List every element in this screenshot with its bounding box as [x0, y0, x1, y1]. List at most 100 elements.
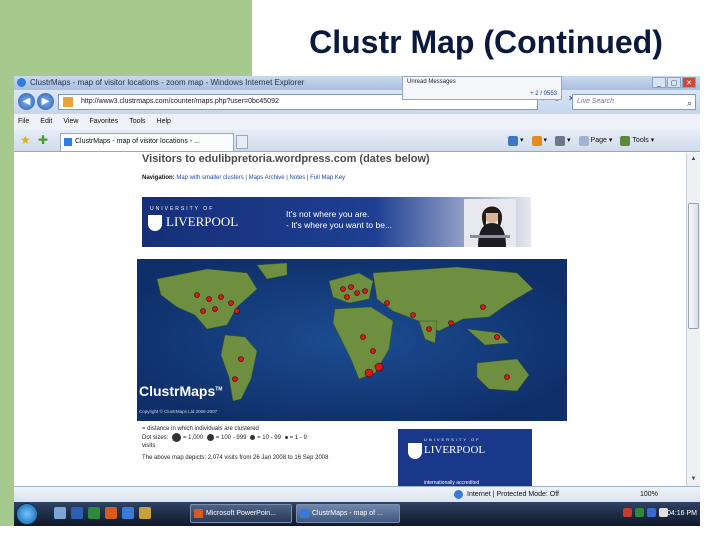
notification-title: Unread Messages [407, 79, 456, 85]
search-placeholder: Live Search [577, 98, 614, 105]
notification-popup[interactable]: Unread Messages + 2 / 0553 [402, 76, 562, 100]
page-icon [578, 136, 589, 146]
show-desktop-icon[interactable] [54, 507, 66, 519]
task-powerpoint[interactable]: Microsoft PowerPoin... [190, 504, 292, 523]
folder-icon[interactable] [139, 507, 151, 519]
browser-screenshot: ClustrMaps - map of visitor locations - … [14, 76, 700, 526]
menu-view[interactable]: View [63, 114, 78, 130]
legend-visits-word: visits [142, 443, 156, 450]
notification-count: + 2 / 0553 [530, 91, 557, 97]
globe-icon [454, 490, 463, 499]
tab-clustrmaps[interactable]: ClustrMaps - map of visitor locations - … [60, 133, 234, 151]
print-icon [555, 136, 566, 146]
nav-link-full-map-key[interactable]: Full Map Key [310, 175, 345, 181]
close-button[interactable]: ✕ [682, 77, 696, 88]
windows-taskbar: Microsoft PowerPoin... ClustrMaps - map … [14, 502, 700, 526]
scroll-down-icon[interactable]: ▼ [688, 474, 699, 485]
search-input[interactable]: Live Search ⌕ [572, 94, 696, 110]
ie-logo-icon [17, 78, 26, 87]
nav-label: Navigation: [142, 175, 175, 181]
banner-slogan: It's not where you are. - It's where you… [286, 209, 393, 230]
rss-icon [531, 136, 542, 146]
tray-network-icon[interactable] [635, 508, 644, 517]
word-icon[interactable] [71, 507, 83, 519]
nav-link-notes[interactable]: Notes [290, 175, 306, 181]
scroll-up-icon[interactable]: ▲ [688, 154, 699, 165]
legend-cluster-note: = distance in which individuals are clus… [142, 426, 259, 432]
taskbar-clock[interactable]: 04:16 PM [667, 502, 697, 526]
address-toolbar: ◀ ▶ http://www3.clustrmaps.com/counter/m… [14, 90, 700, 114]
slide-accent-block [0, 0, 252, 78]
favorites-star-icon[interactable]: ★ [20, 133, 31, 147]
clustrmaps-logo: ClustrMapsTM [139, 383, 223, 399]
dot-size-largest-icon [172, 433, 182, 442]
print-button[interactable]: ▾ [555, 134, 571, 148]
liverpool-crest-icon [148, 215, 162, 231]
slide-bottom-margin [0, 526, 720, 540]
map-copyright: Copyright © ClustrMaps Ltd 2006-2007 [139, 409, 218, 414]
home-icon [508, 136, 518, 146]
system-tray [623, 508, 668, 517]
woman-photo [464, 199, 516, 247]
excel-icon[interactable] [88, 507, 100, 519]
tray-alert-icon[interactable] [623, 508, 632, 517]
gear-icon [620, 136, 631, 146]
web-content: Visitors to edulibpretoria.wordpress.com… [14, 153, 686, 486]
side-ad-university-word: UNIVERSITY OF [424, 437, 481, 442]
liverpool-crest-icon [408, 443, 422, 459]
nav-link-smaller-clusters[interactable]: Map with smaller clusters [176, 175, 243, 181]
dot-size-small-icon [284, 436, 288, 439]
new-tab-button[interactable] [236, 135, 248, 149]
menu-file[interactable]: File [18, 114, 29, 130]
quick-launch [54, 507, 151, 519]
command-bar: ▾ ▾ ▾ Page ▾ Tools ▾ [508, 134, 654, 148]
menu-tools[interactable]: Tools [129, 114, 145, 130]
ie-icon [300, 509, 309, 518]
status-bar: Internet | Protected Mode: Off 100% [14, 486, 700, 502]
feeds-button[interactable]: ▾ [531, 134, 547, 148]
task-clustrmaps[interactable]: ClustrMaps - map of ... [296, 504, 400, 523]
home-button[interactable]: ▾ [508, 134, 524, 148]
tray-app-icon[interactable] [647, 508, 656, 517]
liverpool-banner-ad[interactable]: UNIVERSITY OF LIVERPOOL It's not where y… [142, 197, 531, 247]
slide-side-bar [0, 78, 14, 540]
tab-label: ClustrMaps - map of visitor locations - … [75, 138, 200, 145]
window-title: ClustrMaps - map of visitor locations - … [30, 78, 305, 87]
banner-university-word: UNIVERSITY OF [150, 206, 215, 212]
nav-link-maps-archive[interactable]: Maps Archive [249, 175, 285, 181]
minimize-button[interactable]: _ [652, 77, 666, 88]
menu-edit[interactable]: Edit [40, 114, 52, 130]
zoom-level[interactable]: 100% [640, 487, 658, 502]
legend-dot-sizes: Dot sizes: = 1,000 = 100 - 999 = 10 - 99… [142, 433, 392, 442]
add-favorites-icon[interactable]: ✚ [38, 133, 48, 147]
menu-help[interactable]: Help [157, 114, 171, 130]
page-menu-button[interactable]: Page ▾ [578, 134, 612, 148]
scroll-thumb[interactable] [688, 203, 699, 329]
page-icon [63, 97, 73, 107]
window-titlebar: ClustrMaps - map of visitor locations - … [14, 76, 700, 90]
legend-summary: The above map depicts: 2,074 visits from… [142, 455, 329, 462]
tab-bar: ★ ✚ ClustrMaps - map of visitor location… [14, 130, 700, 152]
forward-arrow-icon[interactable]: ▶ [37, 93, 54, 110]
powerpoint-icon [194, 509, 203, 518]
menu-favorites[interactable]: Favorites [89, 114, 118, 130]
world-visitor-map[interactable]: ClustrMapsTM Copyright © ClustrMaps Ltd … [137, 259, 567, 421]
window-controls: _ ▢ ✕ [652, 77, 696, 88]
page-navigation: Navigation: Map with smaller clusters | … [142, 175, 346, 181]
maximize-button[interactable]: ▢ [667, 77, 681, 88]
tools-menu-button[interactable]: Tools ▾ [620, 134, 654, 148]
dot-size-medium-icon [250, 435, 256, 440]
back-arrow-icon[interactable]: ◀ [18, 93, 35, 110]
tab-favicon-icon [64, 138, 72, 146]
dot-size-large-icon [206, 434, 214, 441]
ie-icon[interactable] [122, 507, 134, 519]
liverpool-side-ad[interactable]: UNIVERSITY OF LIVERPOOL internationally … [398, 429, 532, 486]
security-zone[interactable]: Internet | Protected Mode: Off [454, 487, 559, 502]
search-icon[interactable]: ⌕ [687, 96, 692, 110]
start-button[interactable] [16, 503, 38, 525]
powerpoint-icon[interactable] [105, 507, 117, 519]
address-url: http://www3.clustrmaps.com/counter/maps.… [81, 98, 279, 105]
menu-bar: File Edit View Favorites Tools Help [14, 114, 700, 130]
page-heading: Visitors to edulibpretoria.wordpress.com… [142, 153, 430, 165]
vertical-scrollbar[interactable]: ▲ ▼ [686, 153, 700, 486]
